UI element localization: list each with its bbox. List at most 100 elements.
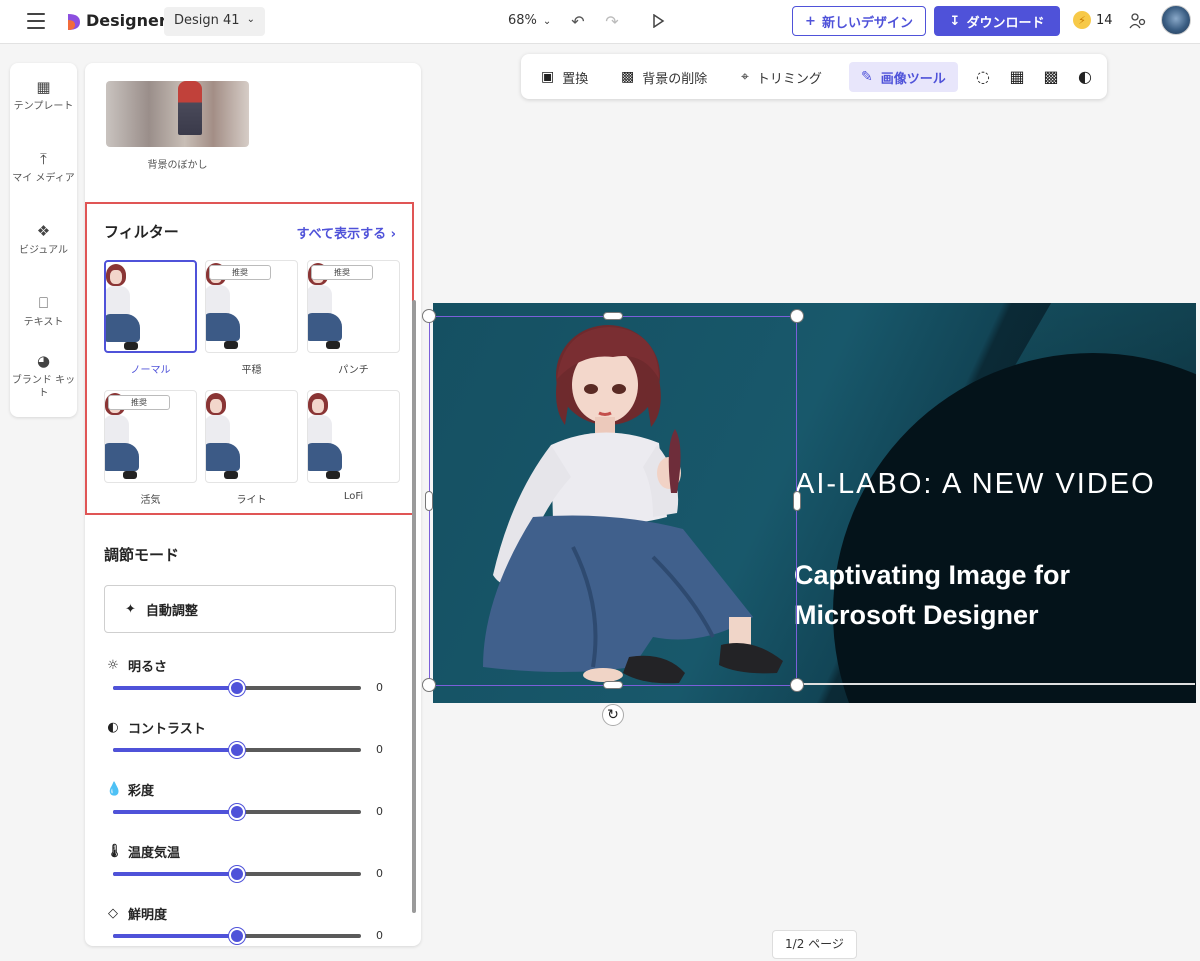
resize-handle-top-left[interactable] [422,309,436,323]
share-people-icon[interactable] [1128,11,1148,31]
plus-icon: + [805,13,816,29]
background-blur-label: 背景のぼかし [147,160,208,171]
contrast-label: ◐ コントラスト [107,719,206,737]
play-icon[interactable] [648,11,668,31]
contrast-icon: ◐ [107,719,119,735]
lasso-select-icon[interactable]: ◌ [972,66,994,88]
undo-icon[interactable]: ↶ [568,11,588,31]
filters-section: フィルター すべて表示する › ノーマル 推奨 平穏 推奨 パンチ 推奨 活気 … [85,202,414,515]
filter-label: LoFi [343,491,364,502]
image-edit-icon: ✎ [861,69,873,85]
brightness-slider[interactable] [113,680,361,696]
resize-handle-top[interactable] [603,312,623,320]
rail-item-brand-kit[interactable]: ◕ ブランド キット [10,352,77,400]
new-design-button[interactable]: + 新しいデザイン [792,6,926,36]
brand-name: Designer [86,11,167,30]
lightning-icon: ⚡ [1073,11,1091,29]
saturation-value: 0 [376,805,383,818]
temperature-slider[interactable] [113,866,361,882]
brightness-value: 0 [376,681,383,694]
clarity-value: 0 [376,929,383,942]
filters-title: フィルター [104,223,179,241]
see-all-filters-link[interactable]: すべて表示する › [297,223,396,242]
resize-handle-bottom[interactable] [603,681,623,689]
contrast-slider[interactable] [113,742,361,758]
rail-item-templates[interactable]: ▦ テンプレート [10,78,77,113]
temperature-label: 🌡 温度気温 [106,843,181,861]
crop-button[interactable]: ⌖ トリミング [729,62,834,92]
filter-normal[interactable] [104,260,197,353]
filter-lofi[interactable] [307,390,400,483]
redo-icon[interactable]: ↷ [602,11,622,31]
resize-handle-top-right[interactable] [790,309,804,323]
zoom-level: 68% [508,13,537,28]
slider-thumb[interactable] [229,866,245,882]
filter-label: 活気 [140,495,161,506]
image-tools-button[interactable]: ✎ 画像ツール [849,62,958,92]
filter-label: ノーマル [130,365,171,376]
download-button[interactable]: ↧ ダウンロード [934,6,1060,36]
image-toolbar: ▣ 置換 ▩ 背景の削除 ⌖ トリミング ✎ 画像ツール ◌ ▦ ▩ ◐ [521,54,1107,99]
page-indicator[interactable]: 1/2 ページ [772,930,857,959]
adjust-mode-title: 調節モード [104,546,180,564]
filter-vivid[interactable]: 推奨 [104,390,197,483]
rotate-icon[interactable]: ↻ [602,704,624,726]
background-blur-thumbnail[interactable] [106,81,249,147]
saturation-label: 💧 彩度 [106,781,155,799]
text-icon: ⎕ [38,294,48,312]
resize-handle-bottom-right[interactable] [790,678,804,692]
contrast-value: 0 [376,743,383,756]
filter-punch[interactable]: 推奨 [307,260,400,353]
designer-logo-icon [68,14,80,30]
filter-calm[interactable]: 推奨 [205,260,298,353]
filter-label: 平穏 [241,365,262,376]
slider-thumb[interactable] [229,742,245,758]
filter-label: パンチ [338,365,369,376]
recommended-badge: 推奨 [311,265,373,280]
canvas-divider [795,683,1195,685]
resize-handle-left[interactable] [425,491,433,511]
left-rail: ▦ テンプレート ⤒ マイ メディア ❖ ビジュアル ⎕ テキスト ◕ ブランド… [10,63,77,417]
clarity-slider[interactable] [113,928,361,944]
thermometer-icon: 🌡 [106,843,123,859]
zoom-dropdown[interactable]: 68% ⌄ [508,13,551,28]
auto-adjust-button[interactable]: ✦ 自動調整 [104,585,396,633]
rail-item-text[interactable]: ⎕ テキスト [10,294,77,329]
contrast-icon[interactable]: ◐ [1074,66,1096,88]
slider-thumb[interactable] [229,928,245,944]
design-name-dropdown[interactable]: Design 41 ⌄ [164,7,265,36]
slider-thumb[interactable] [229,804,245,820]
selection-frame[interactable] [429,316,797,686]
menu-icon[interactable] [27,13,45,29]
frame-image-icon[interactable]: ▦ [1006,66,1028,88]
top-bar: Designer Design 41 ⌄ 68% ⌄ ↶ ↷ + 新しいデザイン … [0,0,1200,44]
saturation-slider[interactable] [113,804,361,820]
canvas-headline[interactable]: AI-LABO: A NEW VIDEO [795,465,1175,503]
recommended-badge: 推奨 [108,395,170,410]
credit-count: 14 [1096,12,1113,28]
diamond-icon: ◇ [108,905,118,921]
boost-credits[interactable]: ⚡ 14 [1073,11,1113,29]
crop-icon: ⌖ [741,69,749,85]
palette-icon: ◕ [36,352,51,370]
pattern-icon[interactable]: ▩ [1040,66,1062,88]
resize-handle-bottom-left[interactable] [422,678,436,692]
remove-background-button[interactable]: ▩ 背景の削除 [609,62,719,92]
filter-light[interactable] [205,390,298,483]
resize-handle-right[interactable] [793,491,801,511]
slider-thumb[interactable] [229,680,245,696]
canvas-subhead[interactable]: Captivating Image for Microsoft Designer [794,555,1174,635]
panel-scrollbar[interactable] [412,300,416,913]
rail-item-visuals[interactable]: ❖ ビジュアル [10,222,77,257]
temperature-value: 0 [376,867,383,880]
recommended-badge: 推奨 [209,265,271,280]
replace-button[interactable]: ▣ 置換 [529,62,600,92]
chevron-down-icon: ⌄ [246,14,255,25]
avatar[interactable] [1161,5,1191,35]
visuals-icon: ❖ [36,222,51,240]
magic-wand-icon: ✦ [125,601,136,617]
brightness-label: ☼ 明るさ [107,657,168,675]
image-tools-panel: 背景のぼかし フィルター すべて表示する › ノーマル 推奨 平穏 推奨 パンチ… [85,63,421,946]
filter-label: ライト [236,495,267,506]
rail-item-my-media[interactable]: ⤒ マイ メディア [10,150,77,185]
